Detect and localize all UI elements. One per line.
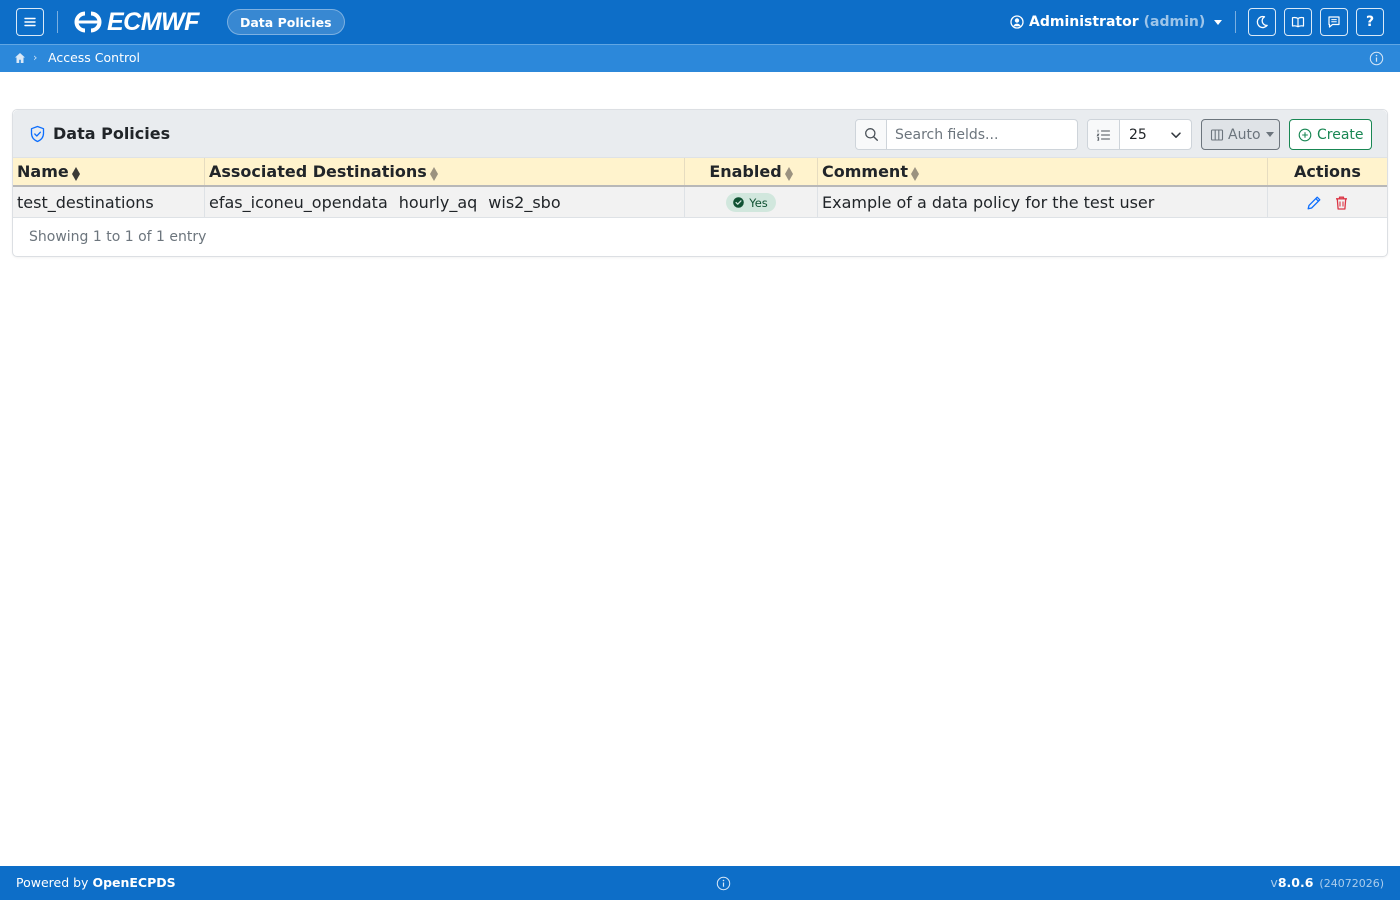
help-icon: ? <box>1365 14 1375 30</box>
check-circle-icon <box>733 197 745 208</box>
sort-icon <box>784 164 793 184</box>
top-navbar: ECMWF Data Policies Administrator (admin… <box>0 0 1400 44</box>
shield-check-icon <box>30 125 45 143</box>
create-button-label: Create <box>1317 126 1364 143</box>
user-role: (admin) <box>1143 14 1206 30</box>
user-menu[interactable]: Administrator (admin) <box>1010 12 1223 32</box>
chevron-down-icon <box>1171 131 1181 138</box>
cell-associated-destinations: efas_iconeu_opendata hourly_aq wis2_sbo <box>205 187 685 218</box>
column-header-associated-destinations[interactable]: Associated Destinations <box>205 158 685 185</box>
build-number: (24072026) <box>1319 877 1384 890</box>
sidebar-toggle-button[interactable] <box>16 8 44 36</box>
destination-link[interactable]: wis2_sbo <box>488 193 560 212</box>
search-icon <box>864 128 878 141</box>
page-size-value: 25 <box>1129 126 1147 143</box>
info-icon[interactable] <box>716 876 731 891</box>
sort-icon <box>910 164 919 184</box>
user-circle-icon <box>1010 15 1024 29</box>
page-size-addon <box>1088 120 1120 149</box>
menu-icon <box>24 17 36 27</box>
column-header-comment[interactable]: Comment <box>818 158 1268 185</box>
page-footer: Powered by OpenECPDS v8.0.6 (24072026) <box>0 866 1400 900</box>
dark-mode-toggle-button[interactable] <box>1248 8 1276 36</box>
messages-button[interactable] <box>1320 8 1348 36</box>
columns-icon <box>1210 128 1224 141</box>
breadcrumb-item-access-control[interactable]: Access Control <box>48 50 140 65</box>
breadcrumb: › Access Control <box>0 44 1400 72</box>
chat-icon <box>1328 16 1340 28</box>
home-icon[interactable] <box>14 52 26 64</box>
status-badge: Yes <box>726 193 776 212</box>
search-group <box>855 119 1078 150</box>
chevron-right-icon: › <box>33 51 38 64</box>
data-policies-card: Data Policies 25 Auto <box>12 109 1388 257</box>
cell-actions <box>1268 187 1387 218</box>
version-prefix: v <box>1270 875 1278 890</box>
navbar-divider <box>57 11 58 33</box>
powered-by-text: Powered by OpenECPDS <box>16 875 176 890</box>
ecmwf-logo[interactable]: ECMWF <box>71 7 199 36</box>
column-header-label: Associated Destinations <box>209 162 427 181</box>
powered-by-prefix: Powered by <box>16 875 93 890</box>
documentation-button[interactable] <box>1284 8 1312 36</box>
brand-name: ECMWF <box>107 7 199 36</box>
version-text: v8.0.6 (24072026) <box>1270 875 1384 890</box>
columns-toggle-button[interactable]: Auto <box>1201 119 1280 150</box>
columns-button-label: Auto <box>1228 126 1261 143</box>
list-ol-icon <box>1096 129 1111 141</box>
column-header-label: Enabled <box>709 162 782 181</box>
chevron-down-icon <box>1214 19 1223 25</box>
table-row: test_destinations efas_iconeu_opendata h… <box>13 187 1387 218</box>
info-icon[interactable] <box>1369 51 1384 66</box>
column-header-actions: Actions <box>1268 158 1387 185</box>
search-input[interactable] <box>887 120 1077 149</box>
version-number: 8.0.6 <box>1277 875 1314 890</box>
card-header: Data Policies 25 Auto <box>13 110 1387 158</box>
destination-link[interactable]: hourly_aq <box>399 193 478 212</box>
page-size-group: 25 <box>1087 119 1192 150</box>
card-title: Data Policies <box>53 124 171 143</box>
destination-link[interactable]: efas_iconeu_opendata <box>209 193 388 212</box>
status-badge-label: Yes <box>749 195 768 210</box>
page-size-select[interactable]: 25 <box>1120 120 1191 149</box>
table-header-row: Name Associated Destinations Enabled Com… <box>13 158 1387 187</box>
column-header-enabled[interactable]: Enabled <box>685 158 818 185</box>
user-name: Administrator <box>1029 14 1139 30</box>
moon-icon <box>1256 15 1268 29</box>
help-button[interactable]: ? <box>1356 8 1384 36</box>
create-button[interactable]: Create <box>1289 119 1372 150</box>
search-addon <box>856 120 887 149</box>
sort-icon <box>429 164 438 184</box>
caret-down-icon <box>1265 132 1274 137</box>
column-header-label: Name <box>17 162 69 181</box>
column-header-label: Actions <box>1294 162 1361 181</box>
plus-circle-icon <box>1298 128 1312 141</box>
sort-icon <box>71 164 80 184</box>
cell-name: test_destinations <box>13 187 205 218</box>
column-header-label: Comment <box>822 162 908 181</box>
powered-by-name[interactable]: OpenECPDS <box>92 875 175 890</box>
navbar-divider <box>1235 11 1236 33</box>
book-icon <box>1291 16 1305 28</box>
ecmwf-logo-icon <box>74 11 102 33</box>
pencil-icon[interactable] <box>1306 195 1322 211</box>
column-header-name[interactable]: Name <box>13 158 205 185</box>
table-info-text: Showing 1 to 1 of 1 entry <box>29 229 207 245</box>
trash-icon[interactable] <box>1334 195 1349 211</box>
cell-comment: Example of a data policy for the test us… <box>818 187 1268 218</box>
cell-enabled: Yes <box>685 187 818 218</box>
current-page-pill: Data Policies <box>227 9 345 35</box>
